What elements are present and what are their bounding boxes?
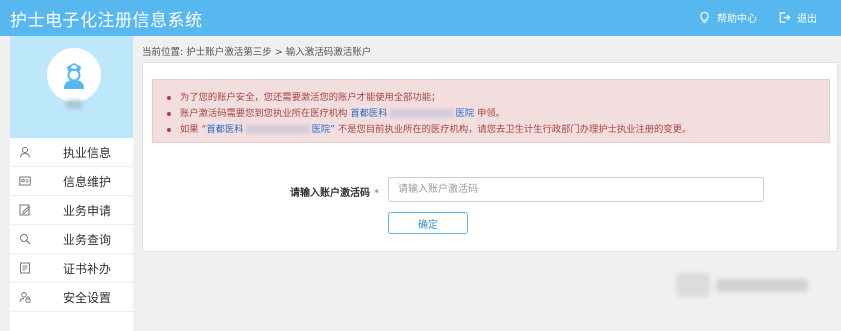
alert-line-security: 为了您的账户安全，您还需要激活您的账户才能使用全部功能； (166, 90, 691, 106)
alert-box: 为了您的账户安全，您还需要激活您的账户才能使用全部功能； 账户激活码需要您到您执… (152, 79, 830, 143)
profile-box (10, 36, 133, 138)
sidebar-item-certificate-reissue[interactable]: 证书补办 (10, 254, 133, 283)
activation-panel: 为了您的账户安全，您还需要激活您的账户才能使用全部功能； 账户激活码需要您到您执… (142, 62, 838, 252)
sidebar-item-label: 信息维护 (63, 174, 112, 189)
help-center-link[interactable]: 帮助中心 (698, 10, 757, 25)
user-badge-icon (20, 147, 30, 158)
alert-line-apply: 账户激活码需要您到您执业所在医疗机构 首都医科 医院 申领。 (166, 106, 691, 122)
watermark-text (716, 278, 808, 292)
logout-icon (779, 12, 791, 23)
redacted-text (389, 109, 454, 118)
sidebar-item-info-maintenance[interactable]: 信息维护 (10, 167, 133, 196)
watermark (676, 272, 814, 298)
logout-label: 退出 (797, 14, 817, 25)
certificate-icon (20, 262, 30, 274)
required-mark: * (374, 188, 379, 199)
confirm-button[interactable]: 确定 (388, 212, 468, 234)
breadcrumb: 当前位置: 护士账户激活第三步 > 输入激活码激活账户 (142, 47, 372, 58)
sidebar-item-label: 执业信息 (63, 145, 112, 160)
id-card-icon (19, 176, 31, 186)
sidebar-item-label: 业务查询 (63, 232, 112, 247)
edit-form-icon (19, 204, 31, 216)
activation-code-input[interactable] (388, 177, 764, 202)
hospital-name: 首都医科 医院” (206, 124, 335, 135)
alert-line-change: 如果 “首都医科 医院” 不是您目前执业所在的医疗机构，请您去卫生计生行政部门办理… (166, 122, 691, 138)
sidebar-nav: 执业信息 信息维护 业务申请 业务查询 证书补办 安全设置 (10, 138, 133, 312)
sidebar-item-business-query[interactable]: 业务查询 (10, 225, 133, 254)
sidebar-item-business-apply[interactable]: 业务申请 (10, 196, 133, 225)
help-center-label: 帮助中心 (717, 14, 757, 25)
sidebar: 执业信息 信息维护 业务申请 业务查询 证书补办 安全设置 (10, 36, 133, 331)
activation-code-label: 请输入账户激活码 * (290, 188, 379, 199)
lightbulb-icon (700, 11, 709, 23)
nurse-avatar-icon (47, 48, 101, 102)
redacted-text (245, 125, 310, 134)
sidebar-item-label: 安全设置 (63, 290, 112, 305)
watermark-logo (676, 273, 710, 297)
sidebar-item-security-settings[interactable]: 安全设置 (10, 283, 133, 312)
username-redacted (66, 100, 82, 109)
query-icon (20, 234, 31, 245)
logout-link[interactable]: 退出 (778, 10, 817, 25)
top-header: 护士电子化注册信息系统 帮助中心 退出 (0, 0, 841, 36)
sidebar-item-label: 证书补办 (63, 261, 112, 276)
sidebar-item-label: 业务申请 (63, 203, 112, 218)
hospital-name: 首都医科 医院 (350, 108, 475, 119)
user-lock-icon (19, 292, 31, 303)
app-title: 护士电子化注册信息系统 (10, 11, 203, 31)
sidebar-item-practice-info[interactable]: 执业信息 (10, 138, 133, 167)
